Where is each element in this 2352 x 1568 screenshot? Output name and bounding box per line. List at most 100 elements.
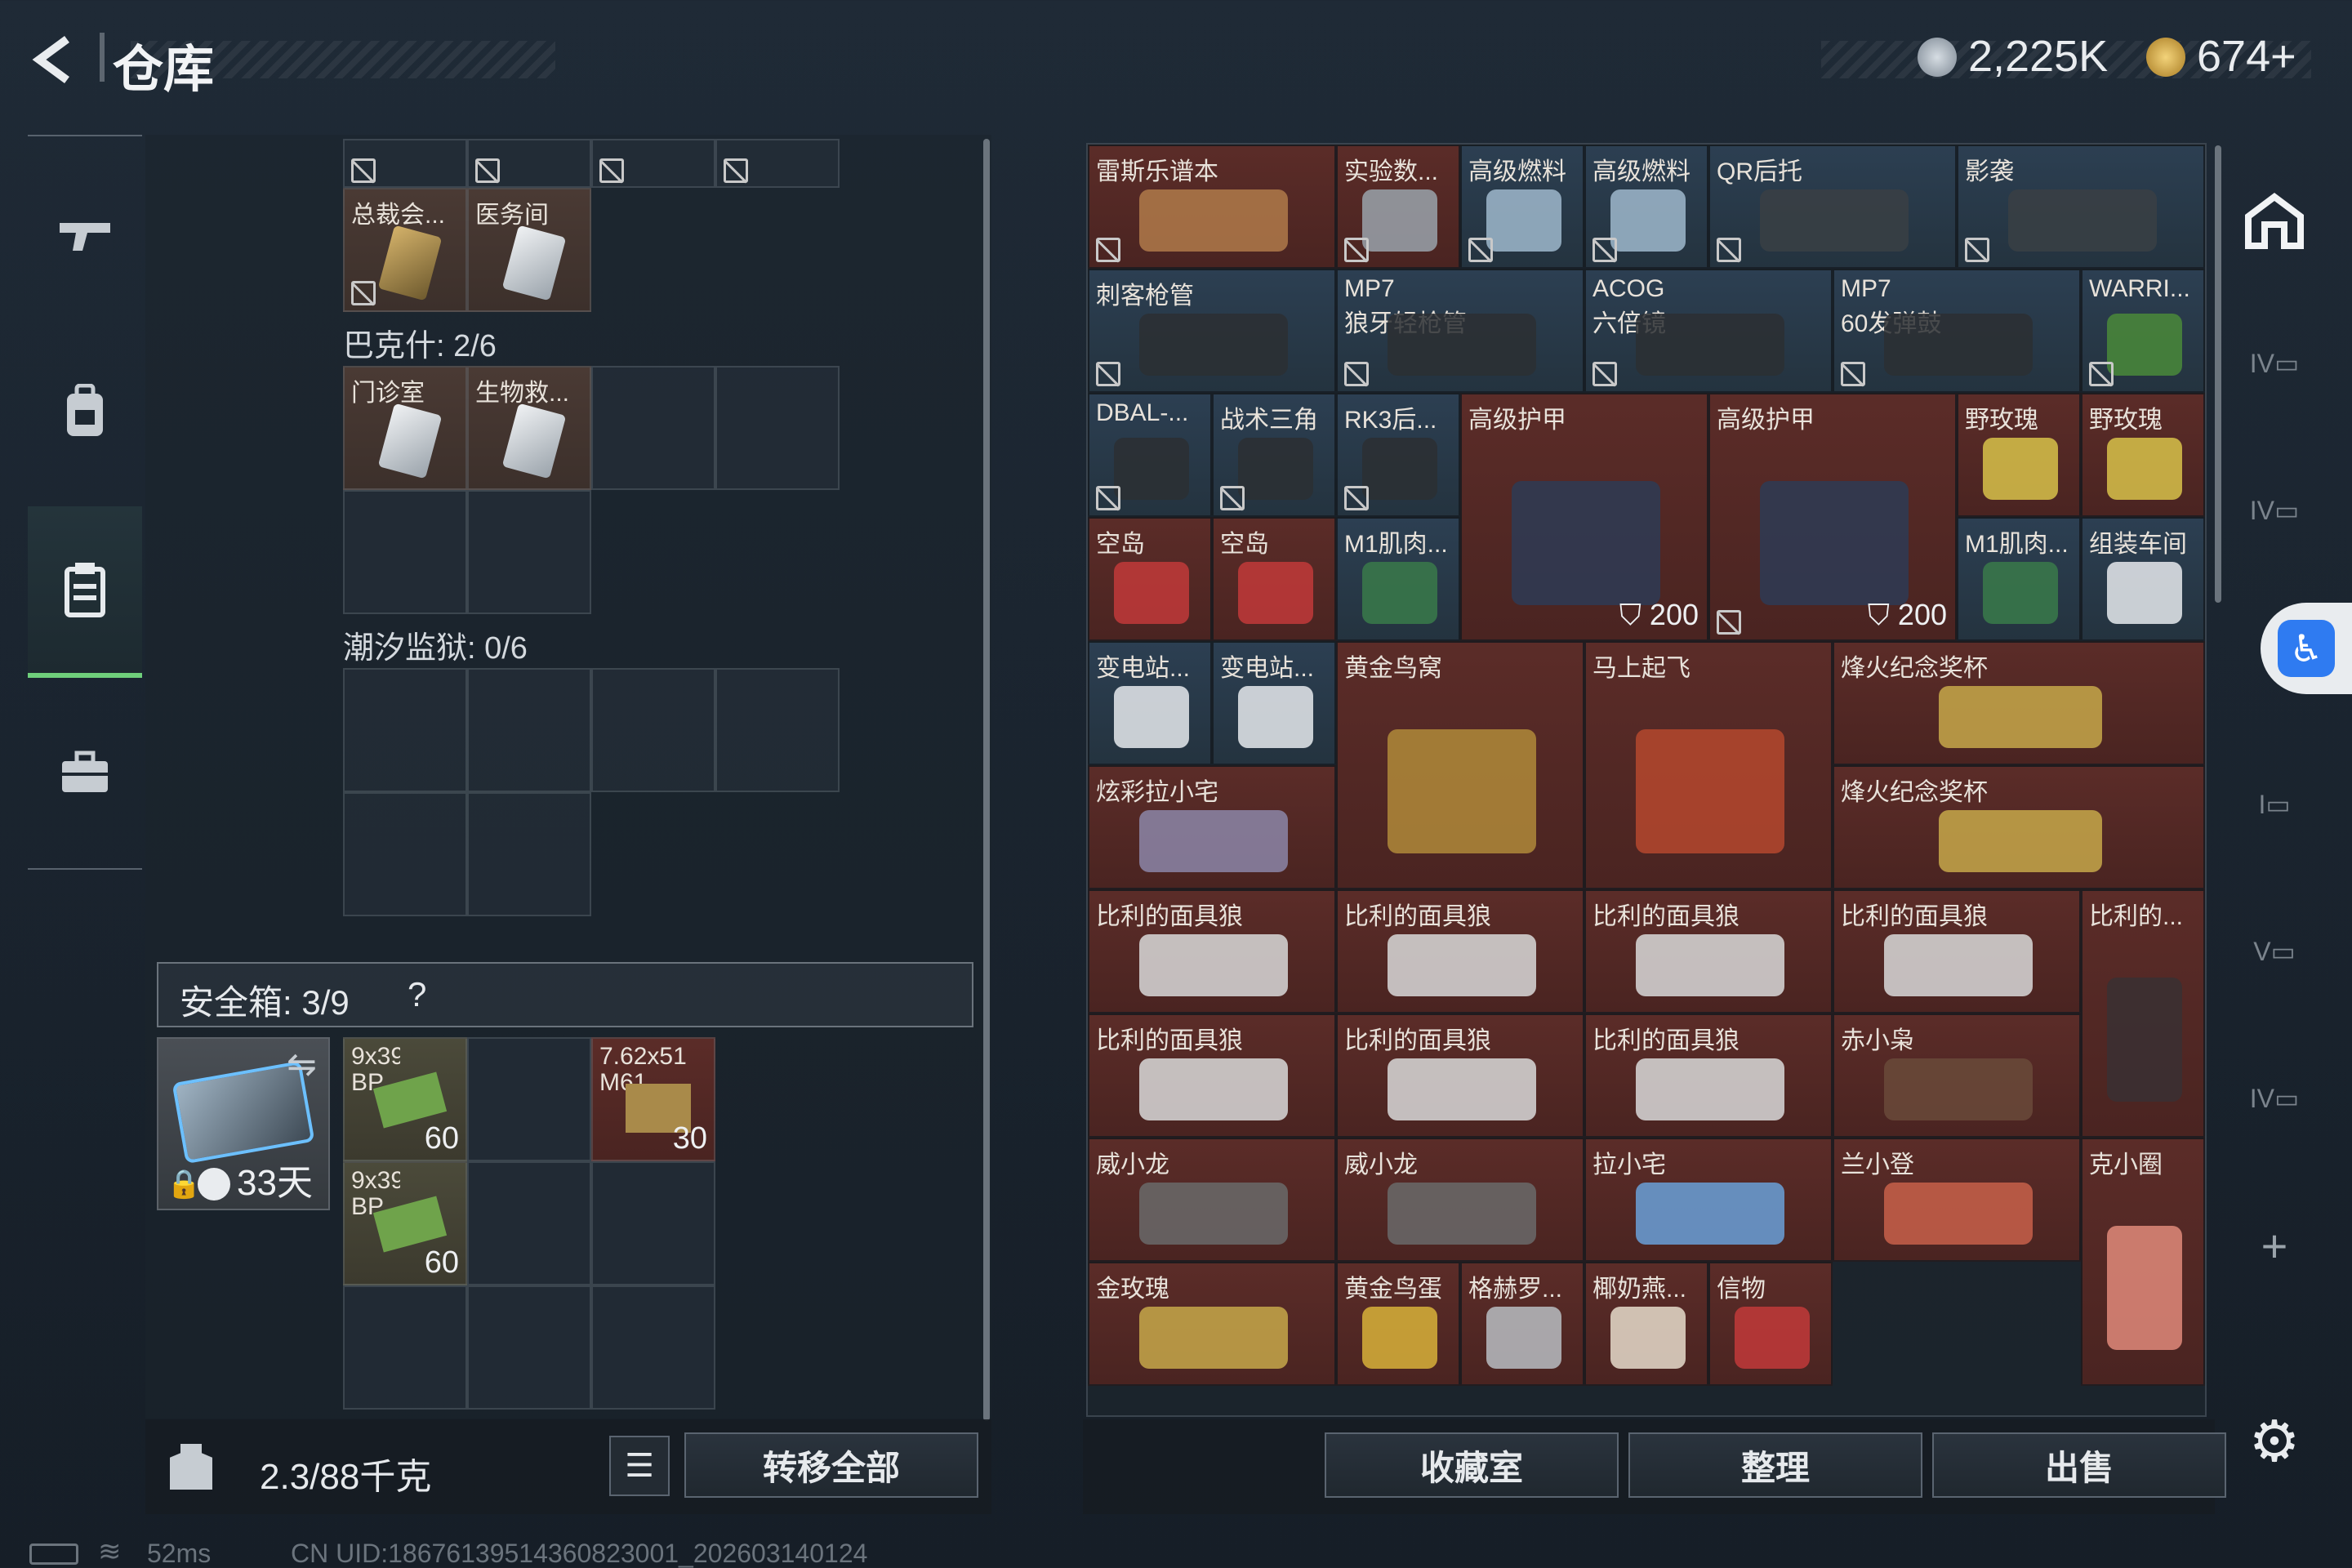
toolbox-tab[interactable]: [28, 686, 142, 858]
warehouse-item[interactable]: M1肌肉...: [1336, 517, 1460, 641]
grid-slot[interactable]: [343, 139, 467, 188]
grid-slot[interactable]: [591, 366, 715, 490]
warehouse-item[interactable]: 空岛: [1088, 517, 1212, 641]
warehouse-item[interactable]: M1肌肉...: [1957, 517, 2081, 641]
warehouse-home-icon[interactable]: [2238, 184, 2311, 257]
warehouse-item[interactable]: 高级燃料: [1584, 145, 1708, 269]
warehouse-scrollbar[interactable]: [2215, 145, 2221, 603]
warehouse-item[interactable]: 野玫瑰: [2081, 393, 2205, 517]
grid-slot[interactable]: [467, 1037, 591, 1161]
warehouse-item[interactable]: 变电站...: [1212, 641, 1336, 765]
warehouse-item[interactable]: 比利的面具狼: [1584, 1013, 1833, 1138]
grid-slot[interactable]: [467, 139, 591, 188]
warehouse-item[interactable]: 克小圈: [2081, 1138, 2205, 1386]
collection-room-button[interactable]: 收藏室: [1325, 1432, 1619, 1498]
tier1-case-icon[interactable]: I▭: [2238, 768, 2311, 841]
warehouse-item[interactable]: 烽火纪念奖杯: [1833, 765, 2205, 889]
warehouse-tab[interactable]: [28, 506, 142, 678]
tier4-case-icon[interactable]: IV▭: [2238, 1062, 2311, 1135]
grid-slot[interactable]: [343, 668, 467, 792]
add-icon[interactable]: +: [2238, 1209, 2311, 1282]
warehouse-item[interactable]: 炫彩拉小宅: [1088, 765, 1336, 889]
warehouse-item[interactable]: 黄金鸟蛋: [1336, 1262, 1460, 1386]
swap-icon[interactable]: ⇋: [287, 1044, 317, 1085]
warehouse-item[interactable]: 烽火纪念奖杯: [1833, 641, 2205, 765]
grid-slot[interactable]: [467, 490, 591, 614]
help-icon[interactable]: ?: [408, 975, 426, 1014]
grid-slot[interactable]: [343, 792, 467, 916]
sell-button[interactable]: 出售: [1932, 1432, 2226, 1498]
warehouse-item[interactable]: DBAL-...: [1088, 393, 1212, 517]
warehouse-item[interactable]: ACOG 六倍镜: [1584, 269, 1833, 393]
warehouse-item[interactable]: 野玫瑰: [1957, 393, 2081, 517]
warehouse-item[interactable]: 椰奶燕...: [1584, 1262, 1708, 1386]
warehouse-item[interactable]: 比利的面具狼: [1584, 889, 1833, 1013]
tier4-folder-icon[interactable]: IV▭: [2238, 474, 2311, 547]
warehouse-item[interactable]: 马上起飞: [1584, 641, 1833, 889]
warehouse-item[interactable]: 比利的面具狼: [1088, 1013, 1336, 1138]
warehouse-item[interactable]: 高级护甲 ⛉ 200: [1708, 393, 1957, 641]
warehouse-item[interactable]: WARRI...: [2081, 269, 2205, 393]
accessibility-button[interactable]: ♿: [2261, 603, 2352, 694]
grid-slot[interactable]: [715, 366, 840, 490]
warehouse-item[interactable]: 金玫瑰: [1088, 1262, 1336, 1386]
grid-slot[interactable]: [591, 668, 715, 792]
list-view-button[interactable]: ☰: [609, 1436, 670, 1496]
grid-slot[interactable]: [467, 668, 591, 792]
warehouse-item[interactable]: 威小龙: [1088, 1138, 1336, 1262]
grid-slot[interactable]: [343, 1285, 467, 1410]
warehouse-item[interactable]: 高级护甲 ⛉ 200: [1460, 393, 1708, 641]
warehouse-item[interactable]: 兰小登: [1833, 1138, 2081, 1262]
grid-slot[interactable]: [467, 1285, 591, 1410]
warehouse-item[interactable]: 格赫罗...: [1460, 1262, 1584, 1386]
grid-item[interactable]: 生物救...: [467, 366, 591, 490]
warehouse-item[interactable]: 刺客枪管: [1088, 269, 1336, 393]
warehouse-item[interactable]: 雷斯乐谱本: [1088, 145, 1336, 269]
transfer-all-button[interactable]: 转移全部: [684, 1432, 978, 1498]
warehouse-item[interactable]: 高级燃料: [1460, 145, 1584, 269]
ammo-item[interactable]: 9x39 BP 60: [343, 1161, 467, 1285]
warehouse-item[interactable]: 比利的面具狼: [1088, 889, 1336, 1013]
warehouse-item[interactable]: 比利的面具狼: [1833, 889, 2081, 1013]
left-scrollbar[interactable]: [983, 139, 990, 1421]
warehouse-item[interactable]: 空岛: [1212, 517, 1336, 641]
safe-box-container[interactable]: ⇋ 🔒 33天: [157, 1037, 330, 1210]
grid-slot[interactable]: [591, 1161, 715, 1285]
warehouse-item[interactable]: RK3后...: [1336, 393, 1460, 517]
backpack-tab[interactable]: [28, 327, 142, 498]
warehouse-item[interactable]: 组装车间: [2081, 517, 2205, 641]
warehouse-item[interactable]: 实验数...: [1336, 145, 1460, 269]
ammo-item[interactable]: 7.62x51 M61 30: [591, 1037, 715, 1161]
ammo-item[interactable]: 9x39 BP 60: [343, 1037, 467, 1161]
tier4-weapon-case-icon[interactable]: IV▭: [2238, 327, 2311, 400]
warehouse-item[interactable]: MP7狼牙轻枪管: [1336, 269, 1584, 393]
sort-button[interactable]: 整理: [1628, 1432, 1922, 1498]
back-icon[interactable]: [24, 31, 82, 88]
warehouse-item[interactable]: MP760发弹鼓: [1833, 269, 2081, 393]
grid-item[interactable]: 医务间: [467, 188, 591, 312]
warehouse-item[interactable]: 比利的面具狼: [1336, 889, 1584, 1013]
grid-item[interactable]: 总裁会...: [343, 188, 467, 312]
tier5-case-icon[interactable]: V▭: [2238, 915, 2311, 988]
warehouse-item[interactable]: 比利的面具狼: [1336, 1013, 1584, 1138]
grid-slot[interactable]: [467, 792, 591, 916]
grid-slot[interactable]: [715, 668, 840, 792]
warehouse-item[interactable]: 变电站...: [1088, 641, 1212, 765]
weapon-tab[interactable]: [28, 151, 142, 323]
warehouse-item[interactable]: QR后托: [1708, 145, 1957, 269]
warehouse-item[interactable]: 威小龙: [1336, 1138, 1584, 1262]
settings-icon[interactable]: ⚙: [2238, 1405, 2311, 1478]
grid-slot[interactable]: [591, 139, 715, 188]
grid-item[interactable]: 门诊室: [343, 366, 467, 490]
currency-gold[interactable]: 674+: [2197, 31, 2296, 82]
warehouse-item[interactable]: 黄金鸟窝: [1336, 641, 1584, 889]
warehouse-item[interactable]: 信物: [1708, 1262, 1833, 1386]
grid-slot[interactable]: [343, 490, 467, 614]
grid-slot[interactable]: [715, 139, 840, 188]
grid-slot[interactable]: [591, 1285, 715, 1410]
warehouse-item[interactable]: 拉小宅: [1584, 1138, 1833, 1262]
warehouse-item[interactable]: 比利的...: [2081, 889, 2205, 1138]
warehouse-item[interactable]: 赤小枭: [1833, 1013, 2081, 1138]
warehouse-item[interactable]: 战术三角: [1212, 393, 1336, 517]
warehouse-item[interactable]: 影袭: [1957, 145, 2205, 269]
